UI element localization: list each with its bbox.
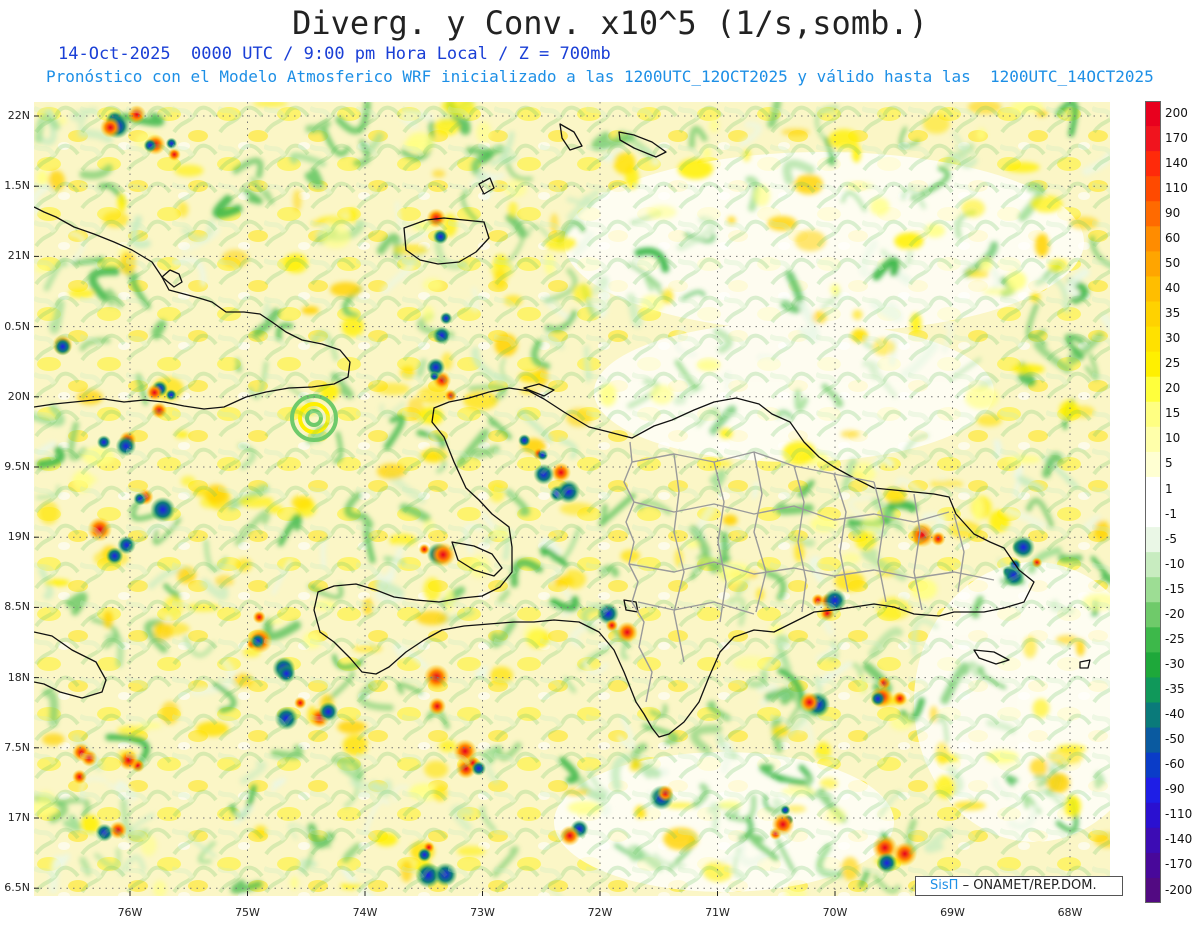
colorbar-cell bbox=[1145, 426, 1161, 453]
colorbar-label: 1 bbox=[1165, 481, 1173, 496]
colorbar-cell bbox=[1145, 727, 1161, 754]
colorbar-cell bbox=[1145, 176, 1161, 202]
colorbar-cell bbox=[1145, 251, 1161, 277]
lat-label: 9.5N bbox=[4, 460, 30, 473]
lat-label: 21N bbox=[7, 249, 30, 263]
colorbar-cell bbox=[1145, 752, 1161, 779]
colorbar-label: -60 bbox=[1165, 757, 1185, 772]
colorbar-cell bbox=[1145, 702, 1161, 729]
colorbar-cell bbox=[1145, 827, 1161, 854]
colorbar-cell bbox=[1145, 777, 1161, 804]
colorbar-cell bbox=[1145, 126, 1161, 152]
colorbar-cell bbox=[1145, 326, 1161, 353]
lat-label: 8.5N bbox=[4, 600, 30, 614]
colorbar-label: 90 bbox=[1165, 205, 1181, 220]
colorbar-label: -170 bbox=[1165, 857, 1193, 872]
lat-label: 1.5N bbox=[4, 179, 30, 193]
colorbar-cell bbox=[1145, 276, 1161, 302]
credit-box: SisΠ – ONAMET/REP.DOM. bbox=[915, 876, 1123, 896]
colorbar-cell bbox=[1145, 802, 1161, 829]
map-frame bbox=[34, 102, 1110, 896]
colorbar-label: -5 bbox=[1165, 531, 1177, 546]
valid-time-line: 14-Oct-2025 0000 UTC / 9:00 pm Hora Loca… bbox=[58, 44, 611, 64]
colorbar-label: -50 bbox=[1165, 732, 1185, 747]
credit-text: – ONAMET/REP.DOM. bbox=[962, 878, 1097, 893]
colorbar-label: 10 bbox=[1165, 431, 1181, 446]
colorbar-label: 200 bbox=[1165, 105, 1188, 120]
lon-label: 72W bbox=[587, 906, 613, 919]
colorbar-label: 5 bbox=[1165, 456, 1173, 471]
lon-label: 70W bbox=[822, 906, 848, 919]
lat-label: 7.5N bbox=[4, 740, 30, 754]
lon-label: 76W bbox=[117, 906, 143, 919]
colorbar-label: -20 bbox=[1165, 606, 1185, 621]
lat-label: 6.5N bbox=[4, 881, 30, 895]
colorbar-label: 140 bbox=[1165, 155, 1188, 170]
chart-title: Diverg. y Conv. x10^5 (1/s,somb.) bbox=[292, 4, 928, 42]
colorbar-label: -25 bbox=[1165, 631, 1185, 646]
colorbar-label: 25 bbox=[1165, 356, 1181, 371]
colorbar-label: 50 bbox=[1165, 255, 1181, 270]
colorbar-label: 30 bbox=[1165, 331, 1181, 346]
lat-label: 19N bbox=[7, 530, 30, 544]
colorbar-cell bbox=[1145, 301, 1161, 328]
colorbar bbox=[1145, 101, 1161, 903]
lon-label: 74W bbox=[352, 906, 378, 919]
colorbar-label: 110 bbox=[1165, 180, 1188, 195]
lon-label: 71W bbox=[705, 906, 730, 919]
colorbar-label: -30 bbox=[1165, 656, 1185, 671]
colorbar-cell bbox=[1145, 577, 1161, 603]
colorbar-cell bbox=[1145, 151, 1161, 177]
colorbar-cell bbox=[1145, 476, 1161, 503]
colorbar-label: 35 bbox=[1165, 306, 1181, 320]
colorbar-cell bbox=[1145, 602, 1161, 628]
colorbar-label: -1 bbox=[1165, 506, 1177, 521]
colorbar-cell bbox=[1145, 451, 1161, 478]
colorbar-label: 20 bbox=[1165, 381, 1181, 396]
colorbar-cell bbox=[1145, 502, 1161, 528]
colorbar-label: -200 bbox=[1165, 882, 1193, 897]
colorbar-label: 170 bbox=[1165, 130, 1188, 145]
colorbar-cell bbox=[1145, 226, 1161, 252]
model-info-line: Pronóstico con el Modelo Atmosferico WRF… bbox=[46, 67, 1154, 86]
colorbar-cell bbox=[1145, 376, 1161, 403]
colorbar-cell bbox=[1145, 201, 1161, 227]
colorbar-cell bbox=[1145, 877, 1161, 903]
colorbar-label: -10 bbox=[1165, 556, 1185, 571]
colorbar-label: 60 bbox=[1165, 230, 1181, 245]
lon-label: 68W bbox=[1057, 906, 1083, 919]
lon-label: 69W bbox=[940, 906, 965, 919]
lat-label: 22N bbox=[7, 109, 30, 122]
lat-label: 0.5N bbox=[4, 319, 30, 333]
colorbar-label: -40 bbox=[1165, 707, 1185, 721]
colorbar-cell bbox=[1145, 552, 1161, 578]
colorbar-cell bbox=[1145, 101, 1161, 127]
colorbar-cell bbox=[1145, 351, 1161, 378]
colorbar-label: 15 bbox=[1165, 406, 1181, 421]
credit-brand: SisΠ bbox=[930, 878, 959, 893]
lat-label: 17N bbox=[7, 811, 30, 824]
colorbar-cell bbox=[1145, 627, 1161, 653]
lon-label: 75W bbox=[235, 906, 260, 919]
colorbar-cell bbox=[1145, 527, 1161, 553]
colorbar-label: -15 bbox=[1165, 581, 1185, 596]
colorbar-cell bbox=[1145, 677, 1161, 703]
colorbar-label: -140 bbox=[1165, 832, 1193, 847]
colorbar-cell bbox=[1145, 401, 1161, 428]
lat-label: 18N bbox=[7, 670, 30, 684]
lon-label: 73W bbox=[470, 906, 495, 919]
colorbar-cell bbox=[1145, 852, 1161, 879]
colorbar-label: -110 bbox=[1165, 807, 1193, 822]
lat-label: 20N bbox=[7, 389, 30, 403]
colorbar-label: -35 bbox=[1165, 682, 1185, 696]
colorbar-cell bbox=[1145, 652, 1161, 678]
colorbar-label: -90 bbox=[1165, 782, 1185, 797]
colorbar-label: 40 bbox=[1165, 281, 1181, 295]
